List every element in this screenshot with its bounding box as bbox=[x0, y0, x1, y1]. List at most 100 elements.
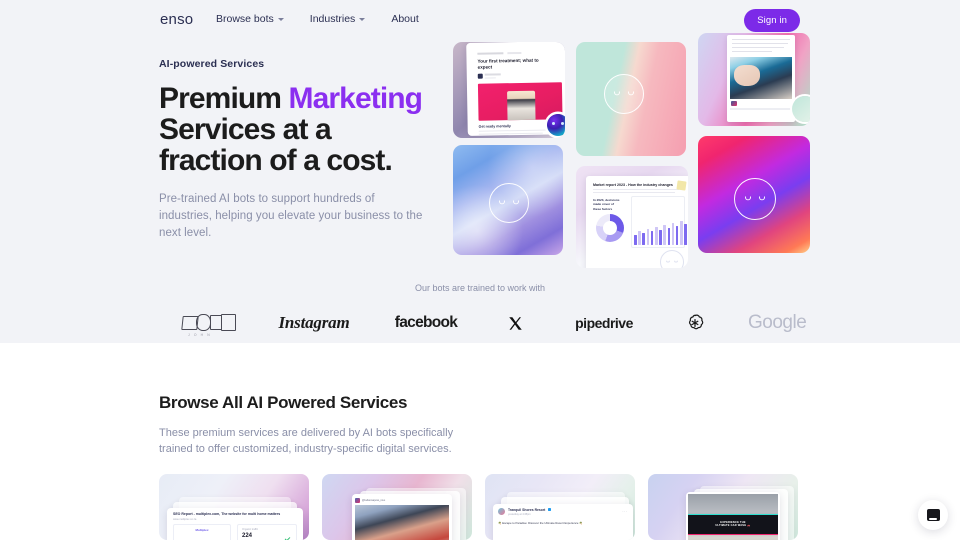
seo-report-title: SEO Report - multiplex.com, The website … bbox=[173, 512, 281, 516]
openai-logo-icon bbox=[688, 314, 704, 330]
card-stack-front: @bellarosaposs_rous bbox=[352, 494, 452, 540]
brand-facebook: facebook bbox=[394, 314, 458, 331]
market-report-title: Market report 2023 - How the industry ch… bbox=[593, 183, 673, 187]
text-line bbox=[732, 43, 788, 45]
x-logo-icon bbox=[508, 316, 522, 330]
kicker-bar bbox=[477, 52, 504, 55]
seo-report-url: www.multiplex.co.za bbox=[173, 518, 197, 521]
seo-report-panel-label: Multiplex bbox=[195, 528, 209, 532]
instagram-handle: @bellarosaposs_rous bbox=[362, 498, 386, 502]
page-avatar bbox=[731, 101, 737, 106]
market-report-stat-heading: In 2023, decisions made cover of these f… bbox=[593, 198, 620, 211]
brand-openai bbox=[678, 305, 712, 341]
seo-report-metric-label: Organic traffic bbox=[242, 528, 259, 531]
landing-page: enso Browse bots Industries About Sign i… bbox=[0, 0, 960, 540]
kicker-bar-2 bbox=[507, 51, 522, 55]
hero-headline: Premium Marketing Services at a fraction … bbox=[159, 83, 429, 176]
text-line bbox=[732, 39, 790, 41]
sign-in-button[interactable]: Sign in bbox=[744, 9, 800, 32]
nav-item-browse-bots-label: Browse bots bbox=[216, 13, 274, 25]
geometric-logo-sublabel: J O H N bbox=[188, 333, 212, 337]
nav-item-about-label: About bbox=[391, 13, 419, 25]
chevron-down-icon bbox=[277, 18, 284, 21]
brand-google: Google bbox=[748, 312, 807, 333]
instagram-post-photo bbox=[355, 505, 449, 540]
brand-logos-row: J O H N Instagram facebook pipedrive Goo… bbox=[0, 305, 960, 341]
verified-badge-icon bbox=[548, 508, 551, 511]
seo-report-metric: Organic traffic 224 bbox=[237, 524, 297, 540]
chevron-down-icon bbox=[359, 18, 366, 21]
hero-headline-part1: Premium bbox=[159, 82, 289, 115]
video-ad-caption-line2: ULTIMATE CAR WASH 🚗 bbox=[715, 524, 751, 528]
text-line bbox=[593, 189, 679, 191]
brand-geometric-logo: J O H N bbox=[176, 305, 244, 341]
section-title: Browse All AI Powered Services bbox=[159, 393, 408, 412]
facebook-post-author: Tranquil Shores Resort bbox=[508, 507, 546, 512]
card-stack-front: EXPERIENCE THE ULTIMATE CAR WASH 🚗 bbox=[686, 492, 780, 540]
collage-tile-hot-gradient bbox=[698, 136, 810, 253]
dental-photo bbox=[730, 57, 792, 99]
hero-eyebrow: AI-powered Services bbox=[159, 58, 265, 70]
brand-instagram: Instagram bbox=[278, 313, 350, 332]
blog-article-title: Your first treatment; what to expect bbox=[477, 57, 539, 70]
nav-item-browse-bots[interactable]: Browse bots bbox=[216, 13, 284, 25]
service-card-video-ad[interactable]: EXPERIENCE THE ULTIMATE CAR WASH 🚗 bbox=[648, 474, 798, 540]
nav-item-about[interactable]: About bbox=[391, 13, 418, 25]
social-post-card bbox=[727, 35, 795, 122]
facebook-post-timestamp: yesterday at 4:45pm bbox=[508, 513, 531, 516]
service-cards-row: SEO Report - multiplex.com, The website … bbox=[159, 474, 798, 540]
geometric-logo-icon: J O H N bbox=[181, 310, 238, 337]
card-stack-front: Tranquil Shores Resort yesterday at 4:45… bbox=[493, 504, 633, 540]
nav-item-industries[interactable]: Industries bbox=[310, 13, 366, 25]
author-avatar bbox=[477, 73, 483, 79]
brand-logo[interactable]: enso bbox=[160, 11, 193, 28]
service-card-seo-report[interactable]: SEO Report - multiplex.com, The website … bbox=[159, 474, 309, 540]
hero-copy: AI-powered Services Premium Marketing Ser… bbox=[159, 58, 429, 242]
instagram-post-header: @bellarosaposs_rous bbox=[355, 497, 449, 503]
collage-tile-pastel-stripes bbox=[576, 42, 686, 156]
smiley-face-icon bbox=[660, 250, 684, 268]
brand-x bbox=[498, 305, 532, 341]
check-icon bbox=[285, 535, 291, 540]
video-ad-frame: EXPERIENCE THE ULTIMATE CAR WASH 🚗 bbox=[688, 494, 778, 540]
author-date-bar bbox=[484, 76, 496, 79]
text-line bbox=[593, 192, 675, 194]
text-line bbox=[478, 132, 543, 136]
collage-tile-market-report: Market report 2023 - How the industry ch… bbox=[576, 166, 688, 268]
sticky-note-icon bbox=[676, 180, 687, 191]
instagram-avatar-icon bbox=[355, 497, 360, 503]
author-name-bar bbox=[484, 73, 501, 76]
hero-headline-part2: Services at a fraction of a cost. bbox=[159, 113, 393, 177]
section-subtitle: These premium services are delivered by … bbox=[159, 427, 454, 455]
service-card-facebook-post[interactable]: Tranquil Shores Resort yesterday at 4:45… bbox=[485, 474, 635, 540]
blog-article-footer-title: Get ready mentally bbox=[478, 124, 511, 129]
chat-icon bbox=[926, 509, 940, 521]
person-silhouette bbox=[506, 90, 536, 121]
brands-label: Our bots are trained to work with bbox=[414, 283, 546, 293]
nav-links: Browse bots Industries About bbox=[216, 13, 419, 25]
text-line bbox=[732, 51, 772, 53]
facebook-post-body: 🌴 Escape to Paradise: Discover the Ultim… bbox=[498, 521, 583, 525]
seo-report-panel: Multiplex bbox=[173, 524, 231, 540]
text-line bbox=[732, 47, 784, 49]
smiley-face-icon bbox=[734, 178, 776, 220]
nav-item-industries-label: Industries bbox=[309, 13, 356, 25]
hero-subcopy: Pre-trained AI bots to support hundreds … bbox=[159, 193, 423, 239]
collage-tile-blue-marble bbox=[453, 145, 563, 255]
chat-widget-button[interactable] bbox=[918, 500, 948, 530]
blog-article-photo bbox=[477, 82, 563, 121]
smiley-face-icon bbox=[489, 183, 529, 223]
more-options-icon[interactable]: ··· bbox=[622, 509, 628, 514]
seo-report-metric-value: 224 bbox=[242, 533, 253, 539]
brand-pipedrive: pipedrive bbox=[575, 315, 633, 331]
post-actions-bar bbox=[730, 108, 792, 110]
collage-tile-blog-article: Your first treatment; what to expect Get… bbox=[453, 42, 565, 138]
page-avatar bbox=[498, 508, 505, 515]
hero-headline-accent: Marketing bbox=[288, 82, 424, 115]
card-stack-front: SEO Report - multiplex.com, The website … bbox=[167, 508, 303, 540]
bar-chart bbox=[634, 219, 688, 245]
video-ad-caption: EXPERIENCE THE ULTIMATE CAR WASH 🚗 bbox=[688, 513, 778, 535]
hero-image-collage: Your first treatment; what to expect Get… bbox=[450, 33, 810, 268]
smiley-face-icon bbox=[604, 74, 644, 114]
service-card-instagram-post[interactable]: @bellarosaposs_rous bbox=[322, 474, 472, 540]
